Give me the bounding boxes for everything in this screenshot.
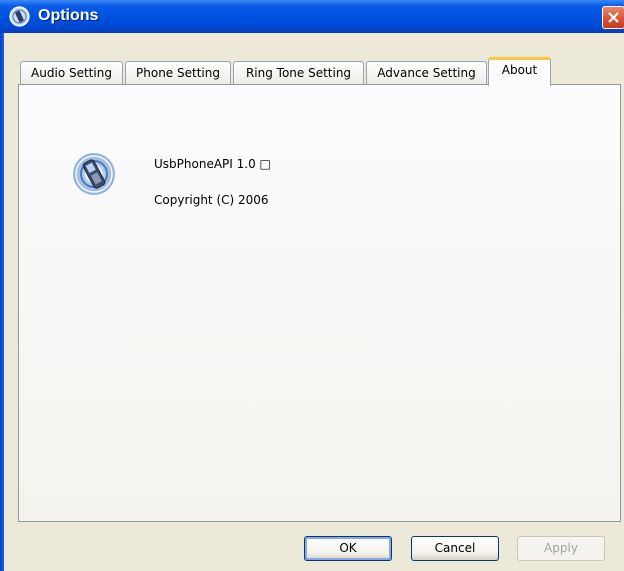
- window-title: Options: [38, 7, 99, 24]
- title-bar[interactable]: Options: [0, 0, 624, 33]
- product-version-label: UsbPhoneAPI 1.0 □: [154, 157, 271, 171]
- tab-advance-setting[interactable]: Advance Setting: [366, 61, 487, 84]
- about-tab-panel: UsbPhoneAPI 1.0 □ Copyright (C) 2006: [18, 84, 621, 522]
- tab-audio-setting[interactable]: Audio Setting: [20, 61, 123, 84]
- ok-button[interactable]: OK: [304, 536, 392, 561]
- close-button[interactable]: [602, 6, 624, 29]
- phone-app-icon[interactable]: [9, 6, 30, 27]
- phone-signal-icon: [69, 149, 119, 199]
- cancel-button[interactable]: Cancel: [411, 536, 499, 561]
- tab-ring-tone-setting[interactable]: Ring Tone Setting: [233, 61, 364, 84]
- copyright-label: Copyright (C) 2006: [154, 193, 269, 207]
- close-icon: [608, 12, 619, 23]
- tab-about[interactable]: About: [488, 57, 551, 86]
- apply-button[interactable]: Apply: [517, 536, 605, 561]
- window-frame-left: [0, 33, 4, 571]
- tab-phone-setting[interactable]: Phone Setting: [125, 61, 231, 84]
